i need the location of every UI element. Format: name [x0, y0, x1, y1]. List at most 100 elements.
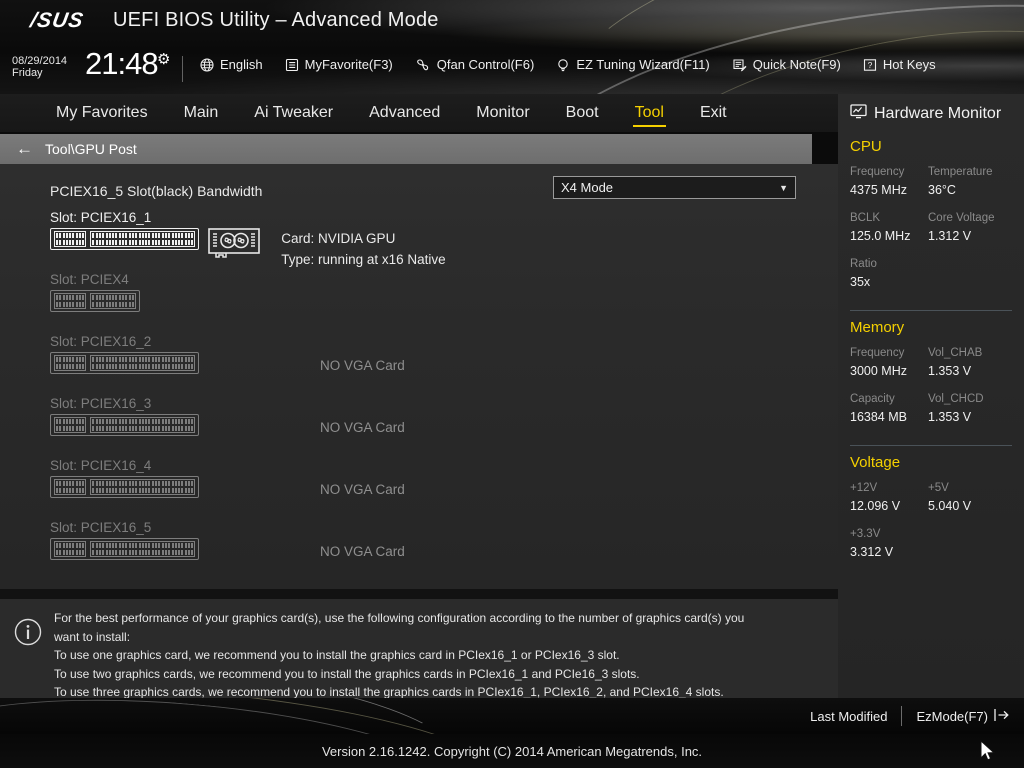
back-arrow-icon[interactable]: ← — [16, 140, 33, 157]
hot-keys-button[interactable]: ? Hot Keys — [863, 57, 936, 72]
quick-note-label: Quick Note(F9) — [752, 57, 841, 72]
pcie-slot-connector — [50, 290, 140, 312]
ezmode-button[interactable]: EzMode(F7) — [916, 708, 1010, 725]
connector-pin — [148, 363, 151, 369]
connector-pin — [62, 363, 65, 369]
connector-pin — [138, 357, 141, 362]
connector-pin — [56, 295, 58, 300]
connector-segment — [90, 479, 196, 495]
connector-pin — [174, 487, 177, 493]
connector-pin — [178, 549, 181, 555]
connector-pin — [145, 419, 148, 424]
breadcrumb[interactable]: ← Tool\GPU Post — [0, 134, 812, 164]
connector-pin — [191, 543, 194, 548]
tab-tool[interactable]: Tool — [617, 96, 682, 130]
connector-pin — [187, 419, 190, 424]
gear-icon[interactable]: ⚙ — [157, 50, 170, 68]
tab-boot[interactable]: Boot — [548, 96, 617, 130]
connector-pin — [131, 425, 134, 431]
connector-pin — [92, 301, 95, 307]
hw-metric-key: Temperature — [928, 166, 993, 178]
connector-pin — [138, 425, 141, 431]
connector-pin — [75, 543, 78, 548]
connector-pin — [135, 419, 138, 424]
slot-item[interactable]: Slot: PCIEX16_5 — [50, 520, 200, 560]
connector-pin — [174, 239, 177, 245]
slot-graphics-row — [50, 414, 200, 436]
list-icon — [285, 58, 299, 72]
bandwidth-dropdown[interactable]: X4 Mode ▼ — [553, 176, 796, 199]
connector-pin — [122, 239, 125, 245]
decor-swoosh — [610, 0, 1024, 94]
hw-row: Frequency 4375 MHz Temperature 36°C — [850, 164, 1012, 210]
connector-pin — [118, 549, 121, 555]
page-title: UEFI BIOS Utility – Advanced Mode — [113, 9, 439, 31]
note-icon — [732, 58, 747, 72]
language-button[interactable]: English — [200, 57, 263, 72]
connector-pin — [184, 487, 187, 493]
ez-tuning-wizard-button[interactable]: EZ Tuning Wizard(F11) — [556, 57, 710, 72]
connector-pin — [105, 295, 108, 300]
connector-pin — [155, 419, 158, 424]
connector-pin — [79, 233, 82, 238]
connector-pin — [118, 543, 121, 548]
connector-pin — [128, 357, 131, 362]
gpu-card-icon — [208, 228, 261, 260]
connector-pin — [128, 239, 131, 245]
connector-pin — [72, 357, 75, 362]
connector-pin — [102, 239, 105, 245]
connector-segment — [90, 355, 196, 371]
qfan-control-button[interactable]: Qfan Control(F6) — [415, 57, 534, 72]
pcie-slot-connector — [50, 476, 200, 498]
connector-pin — [131, 419, 134, 424]
connector-pin — [141, 481, 144, 486]
chevron-down-icon[interactable]: ▼ — [779, 183, 788, 193]
tab-main[interactable]: Main — [166, 96, 237, 130]
tab-exit[interactable]: Exit — [682, 96, 745, 130]
connector-pin — [62, 357, 65, 362]
connector-pin — [56, 419, 58, 424]
connector-pin — [79, 301, 82, 307]
myfavorite-button[interactable]: MyFavorite(F3) — [285, 57, 393, 72]
connector-pin — [112, 481, 115, 486]
connector-pin — [105, 549, 108, 555]
tab-ai-tweaker[interactable]: Ai Tweaker — [236, 96, 351, 130]
connector-pin — [131, 481, 134, 486]
tab-monitor[interactable]: Monitor — [458, 96, 547, 130]
status-bar: Last Modified EzMode(F7) — [0, 698, 1024, 734]
slot-item[interactable]: Slot: PCIEX16_2 — [50, 334, 200, 374]
connector-pin — [98, 295, 101, 300]
connector-pin — [59, 233, 62, 238]
slot-item[interactable]: Slot: PCIEX4 — [50, 272, 140, 312]
slot-label: Slot: PCIEX16_3 — [50, 396, 152, 411]
connector-pin — [155, 481, 158, 486]
card-name-label: Card: NVIDIA GPU — [281, 231, 396, 246]
slot-item[interactable]: Slot: PCIEX16_4 — [50, 458, 200, 498]
datetime-display: 08/29/2014 Friday — [12, 55, 67, 79]
fan-icon — [415, 58, 431, 72]
connector-pin — [65, 233, 68, 238]
connector-pin — [151, 487, 154, 493]
connector-pin — [181, 481, 184, 486]
connector-pin — [65, 295, 68, 300]
connector-pin — [112, 425, 115, 431]
connector-pin — [98, 549, 101, 555]
connector-pin — [145, 363, 148, 369]
hw-metric: Frequency 3000 MHz — [850, 345, 928, 391]
slot-item[interactable]: Slot: PCIEX16_3 — [50, 396, 200, 436]
connector-pin — [69, 481, 72, 486]
connector-pin — [141, 357, 144, 362]
connector-pin — [164, 363, 167, 369]
last-modified-button[interactable]: Last Modified — [810, 709, 887, 724]
quick-note-button[interactable]: Quick Note(F9) — [732, 57, 841, 72]
connector-pin — [98, 487, 101, 493]
slot-item[interactable]: Slot: PCIEX16_1 Card: NVIDIA GPU Type: run… — [50, 210, 446, 270]
connector-pin — [158, 425, 161, 431]
connector-pin — [108, 301, 111, 307]
connector-pin — [161, 425, 164, 431]
connector-pin — [145, 239, 148, 245]
connector-pin-row — [56, 295, 85, 300]
connector-pin — [122, 481, 125, 486]
tab-advanced[interactable]: Advanced — [351, 96, 458, 130]
tab-my-favorites[interactable]: My Favorites — [38, 96, 166, 130]
